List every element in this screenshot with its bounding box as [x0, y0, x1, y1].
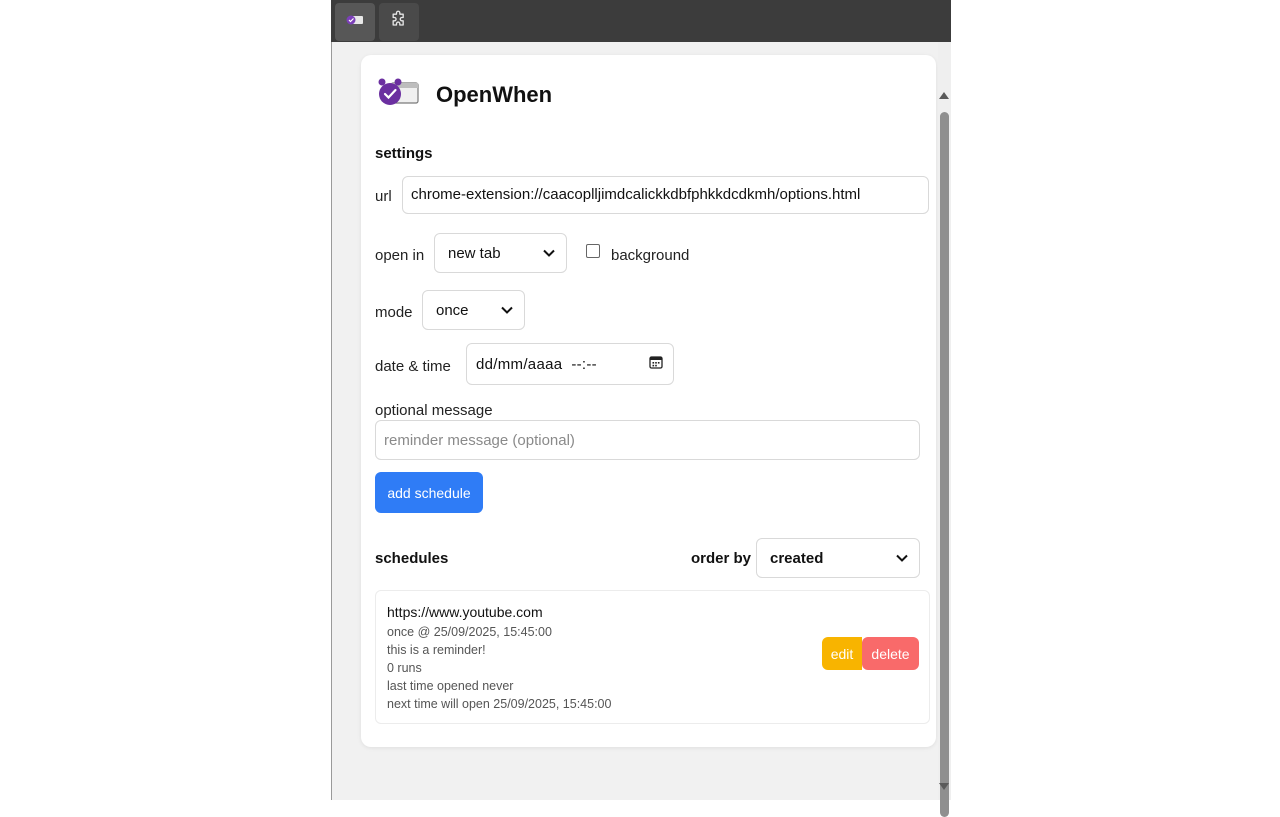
schedule-item: https://www.youtube.com once @ 25/09/202…: [375, 590, 930, 724]
calendar-icon[interactable]: [649, 355, 663, 373]
app-header: OpenWhen: [376, 75, 552, 114]
message-input[interactable]: [375, 420, 920, 460]
window-edge: [331, 42, 332, 800]
extension-popup-window: OpenWhen settings url chrome-extension:/…: [331, 0, 951, 817]
chevron-down-icon: [542, 246, 556, 260]
schedule-url: https://www.youtube.com: [387, 604, 543, 620]
schedule-last-opened: last time opened never: [387, 679, 514, 693]
scroll-up-arrow-icon[interactable]: [939, 92, 949, 99]
mode-select[interactable]: once: [422, 290, 525, 330]
openwhen-extension-tab[interactable]: [335, 3, 375, 41]
extensions-tab[interactable]: [379, 3, 419, 41]
openwhen-extension-icon: [346, 13, 364, 31]
schedule-runs: 0 runs: [387, 661, 422, 675]
background-checkbox[interactable]: [586, 244, 600, 258]
datetime-label: date & time: [375, 358, 451, 375]
toolbar-tab-strip: [331, 0, 951, 42]
options-card: OpenWhen settings url chrome-extension:/…: [361, 55, 936, 747]
schedule-message: this is a reminder!: [387, 643, 486, 657]
schedules-heading: schedules: [375, 550, 449, 567]
open-in-select[interactable]: new tab: [434, 233, 567, 273]
chevron-down-icon: [500, 303, 514, 317]
puzzle-icon: [389, 10, 409, 35]
background-label: background: [611, 247, 690, 264]
mode-value: once: [436, 301, 469, 319]
order-by-select[interactable]: created: [756, 538, 920, 578]
order-by-label: order by: [691, 550, 752, 567]
schedule-next-open: next time will open 25/09/2025, 15:45:00: [387, 697, 612, 711]
add-schedule-button[interactable]: add schedule: [375, 472, 483, 513]
url-input[interactable]: chrome-extension://caacoplljimdcalickkdb…: [402, 176, 929, 214]
open-in-value: new tab: [448, 244, 501, 262]
scrollbar[interactable]: [938, 42, 951, 817]
url-label: url: [375, 188, 392, 205]
datetime-input[interactable]: dd/mm/aaaa --:--: [466, 343, 674, 385]
mode-label: mode: [375, 304, 413, 321]
scrollbar-thumb[interactable]: [940, 112, 949, 817]
edit-button[interactable]: edit: [822, 637, 862, 670]
chevron-down-icon: [895, 551, 909, 565]
open-in-label: open in: [375, 247, 425, 264]
alarm-clock-window-icon: [376, 75, 420, 114]
order-by-value: created: [770, 549, 824, 567]
delete-button[interactable]: delete: [862, 637, 919, 670]
message-label: optional message: [375, 402, 493, 419]
schedule-when: once @ 25/09/2025, 15:45:00: [387, 625, 552, 639]
datetime-value: dd/mm/aaaa --:--: [476, 355, 597, 373]
settings-heading: settings: [375, 145, 433, 162]
scroll-down-arrow-icon[interactable]: [939, 783, 949, 790]
app-title: OpenWhen: [436, 81, 553, 107]
